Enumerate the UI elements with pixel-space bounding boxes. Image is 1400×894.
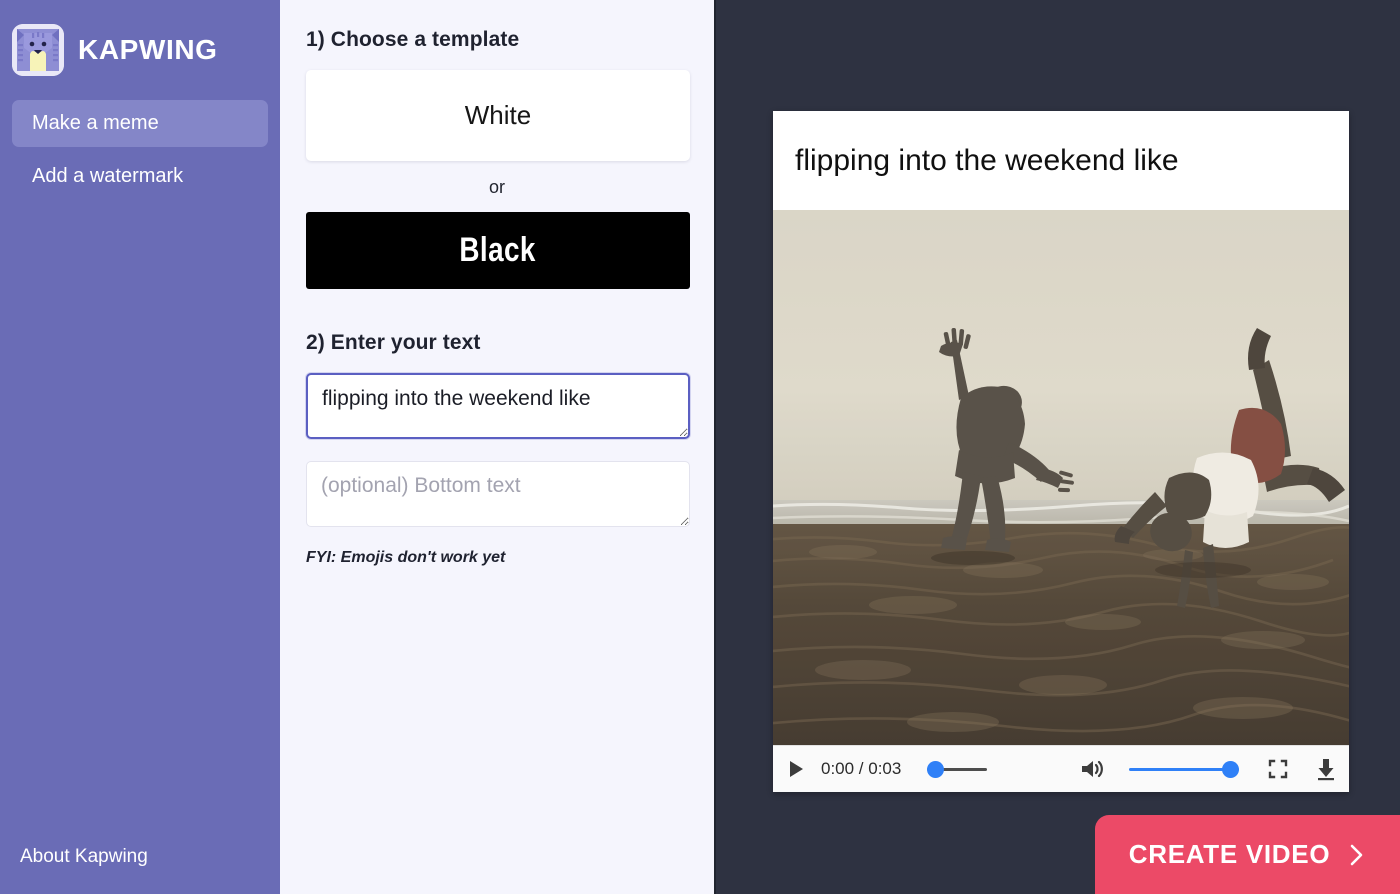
sidebar-nav: Make a meme Add a watermark [0,100,280,206]
video-player: flipping into the weekend like 0:00 / 0:… [773,111,1349,792]
create-video-button[interactable]: CREATE VIDEO [1095,815,1400,894]
cat-logo-svg [12,24,64,76]
template-white-button[interactable]: White [306,70,690,161]
progress-thumb[interactable] [927,760,945,778]
about-kapwing-link[interactable]: About Kapwing [20,846,148,867]
sidebar: KAPWING Make a meme Add a watermark Abou… [0,0,280,894]
play-icon[interactable] [785,758,807,780]
volume-up-icon[interactable] [1079,757,1105,781]
app-root: KAPWING Make a meme Add a watermark Abou… [0,0,1400,894]
step-2-section: 2) Enter your text flipping into the wee… [306,331,690,567]
sidebar-item-make-a-meme[interactable]: Make a meme [12,100,268,147]
download-icon-svg [1318,759,1334,781]
or-separator-label: or [488,177,505,197]
chevron-right-icon [1350,844,1363,865]
step-1-label: 1) Choose a template [306,28,520,51]
time-display: 0:00 / 0:03 [821,759,902,778]
video-controls: 0:00 / 0:03 [773,745,1349,792]
sidebar-item-add-a-watermark[interactable]: Add a watermark [12,153,268,200]
video-stage[interactable] [773,210,1349,745]
meme-caption-text: flipping into the weekend like [795,144,1179,177]
cat-logo-icon [12,24,64,76]
fullscreen-icon-svg [1268,759,1288,779]
brand-name: KAPWING [78,34,218,65]
sidebar-footer: About Kapwing [0,846,280,894]
step-2-label: 2) Enter your text [306,331,481,354]
top-text-input[interactable]: flipping into the weekend like [306,373,690,439]
editor-panel: 1) Choose a template White or Black 2) E… [280,0,716,894]
progress-slider[interactable] [927,759,988,779]
template-black-button[interactable]: Black [306,212,690,289]
volume-up-icon-svg [1082,760,1103,778]
template-black-label: Black [459,231,537,269]
fullscreen-icon[interactable] [1267,758,1289,780]
emoji-note: FYI: Emojis don't work yet [306,549,506,566]
brand: KAPWING [0,0,280,78]
preview-panel: flipping into the weekend like 0:00 / 0:… [716,0,1400,894]
bottom-text-input[interactable] [306,461,690,527]
volume-thumb[interactable] [1222,760,1239,778]
meme-caption-bar: flipping into the weekend like [773,111,1349,210]
sidebar-item-label: Add a watermark [32,165,184,187]
sidebar-item-label: Make a meme [32,112,159,134]
download-icon[interactable] [1315,757,1337,781]
create-video-label: CREATE VIDEO [1128,839,1331,869]
play-icon-svg [790,761,803,777]
video-frame-image [773,210,1349,745]
template-white-label: White [464,100,532,130]
volume-slider[interactable] [1129,759,1239,779]
